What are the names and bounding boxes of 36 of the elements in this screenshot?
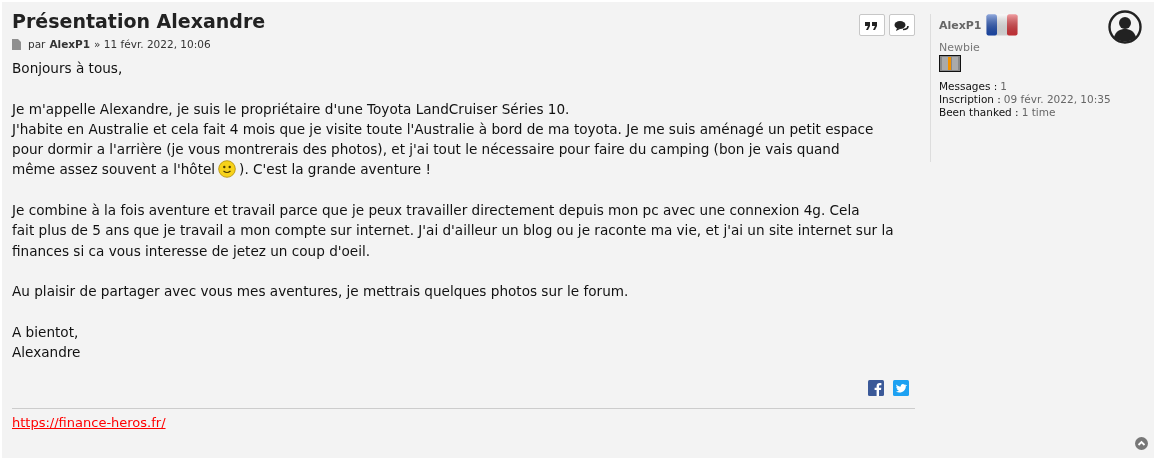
body-text: finances si ca vous interesse de jetez un coup d'oeil. bbox=[12, 241, 372, 261]
back-to-top-icon[interactable] bbox=[1135, 437, 1148, 450]
username-link[interactable]: AlexP1 bbox=[938, 18, 982, 32]
body-text: Je m'appelle Alexandre, je suis le propriétaire d'une Toyota LandCruiser Séries 10. bbox=[12, 99, 571, 119]
twitter-share-icon[interactable] bbox=[892, 380, 909, 397]
body-text: Au plaisir de partager avec vous mes aventures, je mettrais quelques photos sur le forum. bbox=[12, 282, 630, 302]
user-rank: Newbie bbox=[938, 41, 981, 54]
stat-value: 1 bbox=[1000, 80, 1007, 92]
post-title: Présentation Alexandre bbox=[12, 9, 266, 34]
smiley-icon bbox=[218, 160, 237, 179]
body-text: même assez souvent a l'hôtel bbox=[12, 161, 216, 178]
stat-label: Inscription : bbox=[938, 93, 1001, 105]
body-text: pour dormir a l'arrière (je vous montrerais des photos), et j'ai tout le nécessaire pour faire du camping (bon je vais quand bbox=[12, 140, 841, 160]
rank-badge-icon bbox=[938, 55, 961, 72]
body-text: A bientot, bbox=[12, 322, 80, 342]
body-text: Bonjours à tous, bbox=[12, 59, 124, 78]
body-text: Alexandre bbox=[12, 343, 82, 363]
stat-label: Messages : bbox=[938, 80, 998, 92]
stat-label: Been thanked : bbox=[938, 106, 1019, 118]
quote-button[interactable] bbox=[858, 14, 885, 36]
stat-value: 09 févr. 2022, 10:35 bbox=[1003, 93, 1111, 105]
flag-icon bbox=[985, 14, 1018, 36]
body-text: J'habite en Australie et cela fait 4 mois que je visite toute l'Australie à bord de ma toyota. Je me suis aménagé un petit espace bbox=[12, 119, 875, 139]
signature-link[interactable]: https://finance-heros.fr/ bbox=[12, 415, 166, 431]
stat-value: 1 time bbox=[1021, 106, 1056, 118]
facebook-share-icon[interactable] bbox=[867, 380, 884, 397]
body-text: fait plus de 5 ans que je travail a mon compte sur internet. J'ai d'ailleur un blog ou je raconte ma vie, et j'ai un site internet sur la bbox=[12, 221, 895, 241]
post-date: » 11 févr. 2022, 10:06 bbox=[94, 38, 211, 50]
author-link[interactable]: AlexP1 bbox=[49, 38, 91, 50]
byline-prefix: par bbox=[28, 38, 46, 50]
body-text: Je combine à la fois aventure et travail parce que je peux travailler directement depuis mon pc avec une connexion 4g. Cela bbox=[12, 201, 861, 221]
document-icon bbox=[12, 38, 21, 50]
speech-bubbles-icon bbox=[894, 18, 910, 32]
user-avatar-icon bbox=[1108, 10, 1142, 44]
body-text: ). C'est la grande aventure ! bbox=[239, 161, 431, 178]
reply-button[interactable] bbox=[888, 14, 915, 36]
